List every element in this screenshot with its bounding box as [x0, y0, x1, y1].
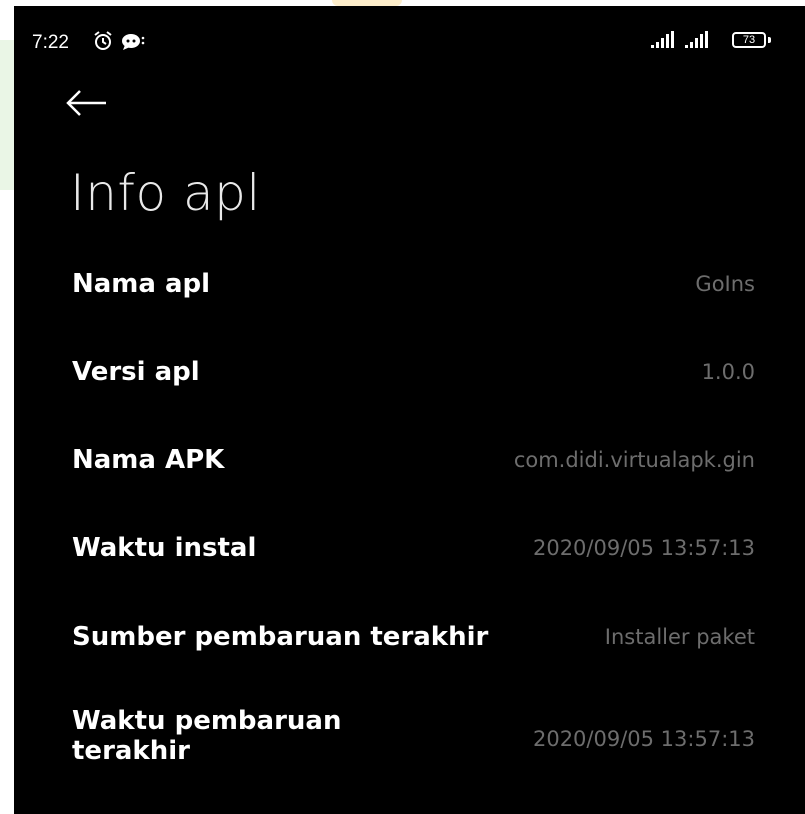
- info-row-install-time[interactable]: Waktu instal 2020/09/05 13:57:13: [14, 520, 805, 580]
- info-value: GoIns: [695, 272, 755, 296]
- page: 7:22 73 Info apl Nama apl GoIns Versi ap…: [0, 0, 805, 814]
- info-row-update-time[interactable]: Waktu pembaruan terakhir 2020/09/05 13:5…: [14, 698, 805, 778]
- status-bar: 7:22 73: [14, 6, 805, 70]
- signal-icon: [650, 30, 678, 55]
- info-value: 2020/09/05 13:57:13: [532, 536, 755, 560]
- info-value: Installer paket: [604, 625, 755, 649]
- info-row-update-source[interactable]: Sumber pembaruan terakhir Installer pake…: [14, 609, 805, 669]
- status-time: 7:22: [32, 32, 69, 53]
- info-label: Nama apl: [72, 269, 211, 299]
- chat-bubble-icon: [120, 30, 146, 57]
- info-label: Nama APK: [72, 445, 225, 475]
- alarm-icon: [92, 30, 114, 57]
- arrow-left-icon: [66, 90, 106, 116]
- page-title: Info apl: [70, 164, 261, 222]
- info-row-app-version[interactable]: Versi apl 1.0.0: [14, 344, 805, 404]
- info-value: 1.0.0: [701, 360, 755, 384]
- edge-decoration: [0, 40, 14, 190]
- info-value: 2020/09/05 13:57:13: [532, 727, 755, 751]
- info-row-app-name[interactable]: Nama apl GoIns: [14, 256, 805, 316]
- phone-screen: 7:22 73 Info apl Nama apl GoIns Versi ap…: [14, 6, 805, 814]
- battery-tip: [768, 37, 771, 43]
- info-label: Sumber pembaruan terakhir: [72, 622, 489, 652]
- info-value: com.didi.virtualapk.gin: [513, 448, 755, 472]
- signal-icon: [684, 30, 712, 55]
- info-row-apk-name[interactable]: Nama APK com.didi.virtualapk.gin: [14, 432, 805, 492]
- info-label: Waktu instal: [72, 533, 257, 563]
- info-label: Waktu pembaruan terakhir: [72, 706, 342, 766]
- info-label: Versi apl: [72, 357, 200, 387]
- back-button[interactable]: [62, 88, 122, 128]
- battery-icon: 73: [732, 32, 766, 48]
